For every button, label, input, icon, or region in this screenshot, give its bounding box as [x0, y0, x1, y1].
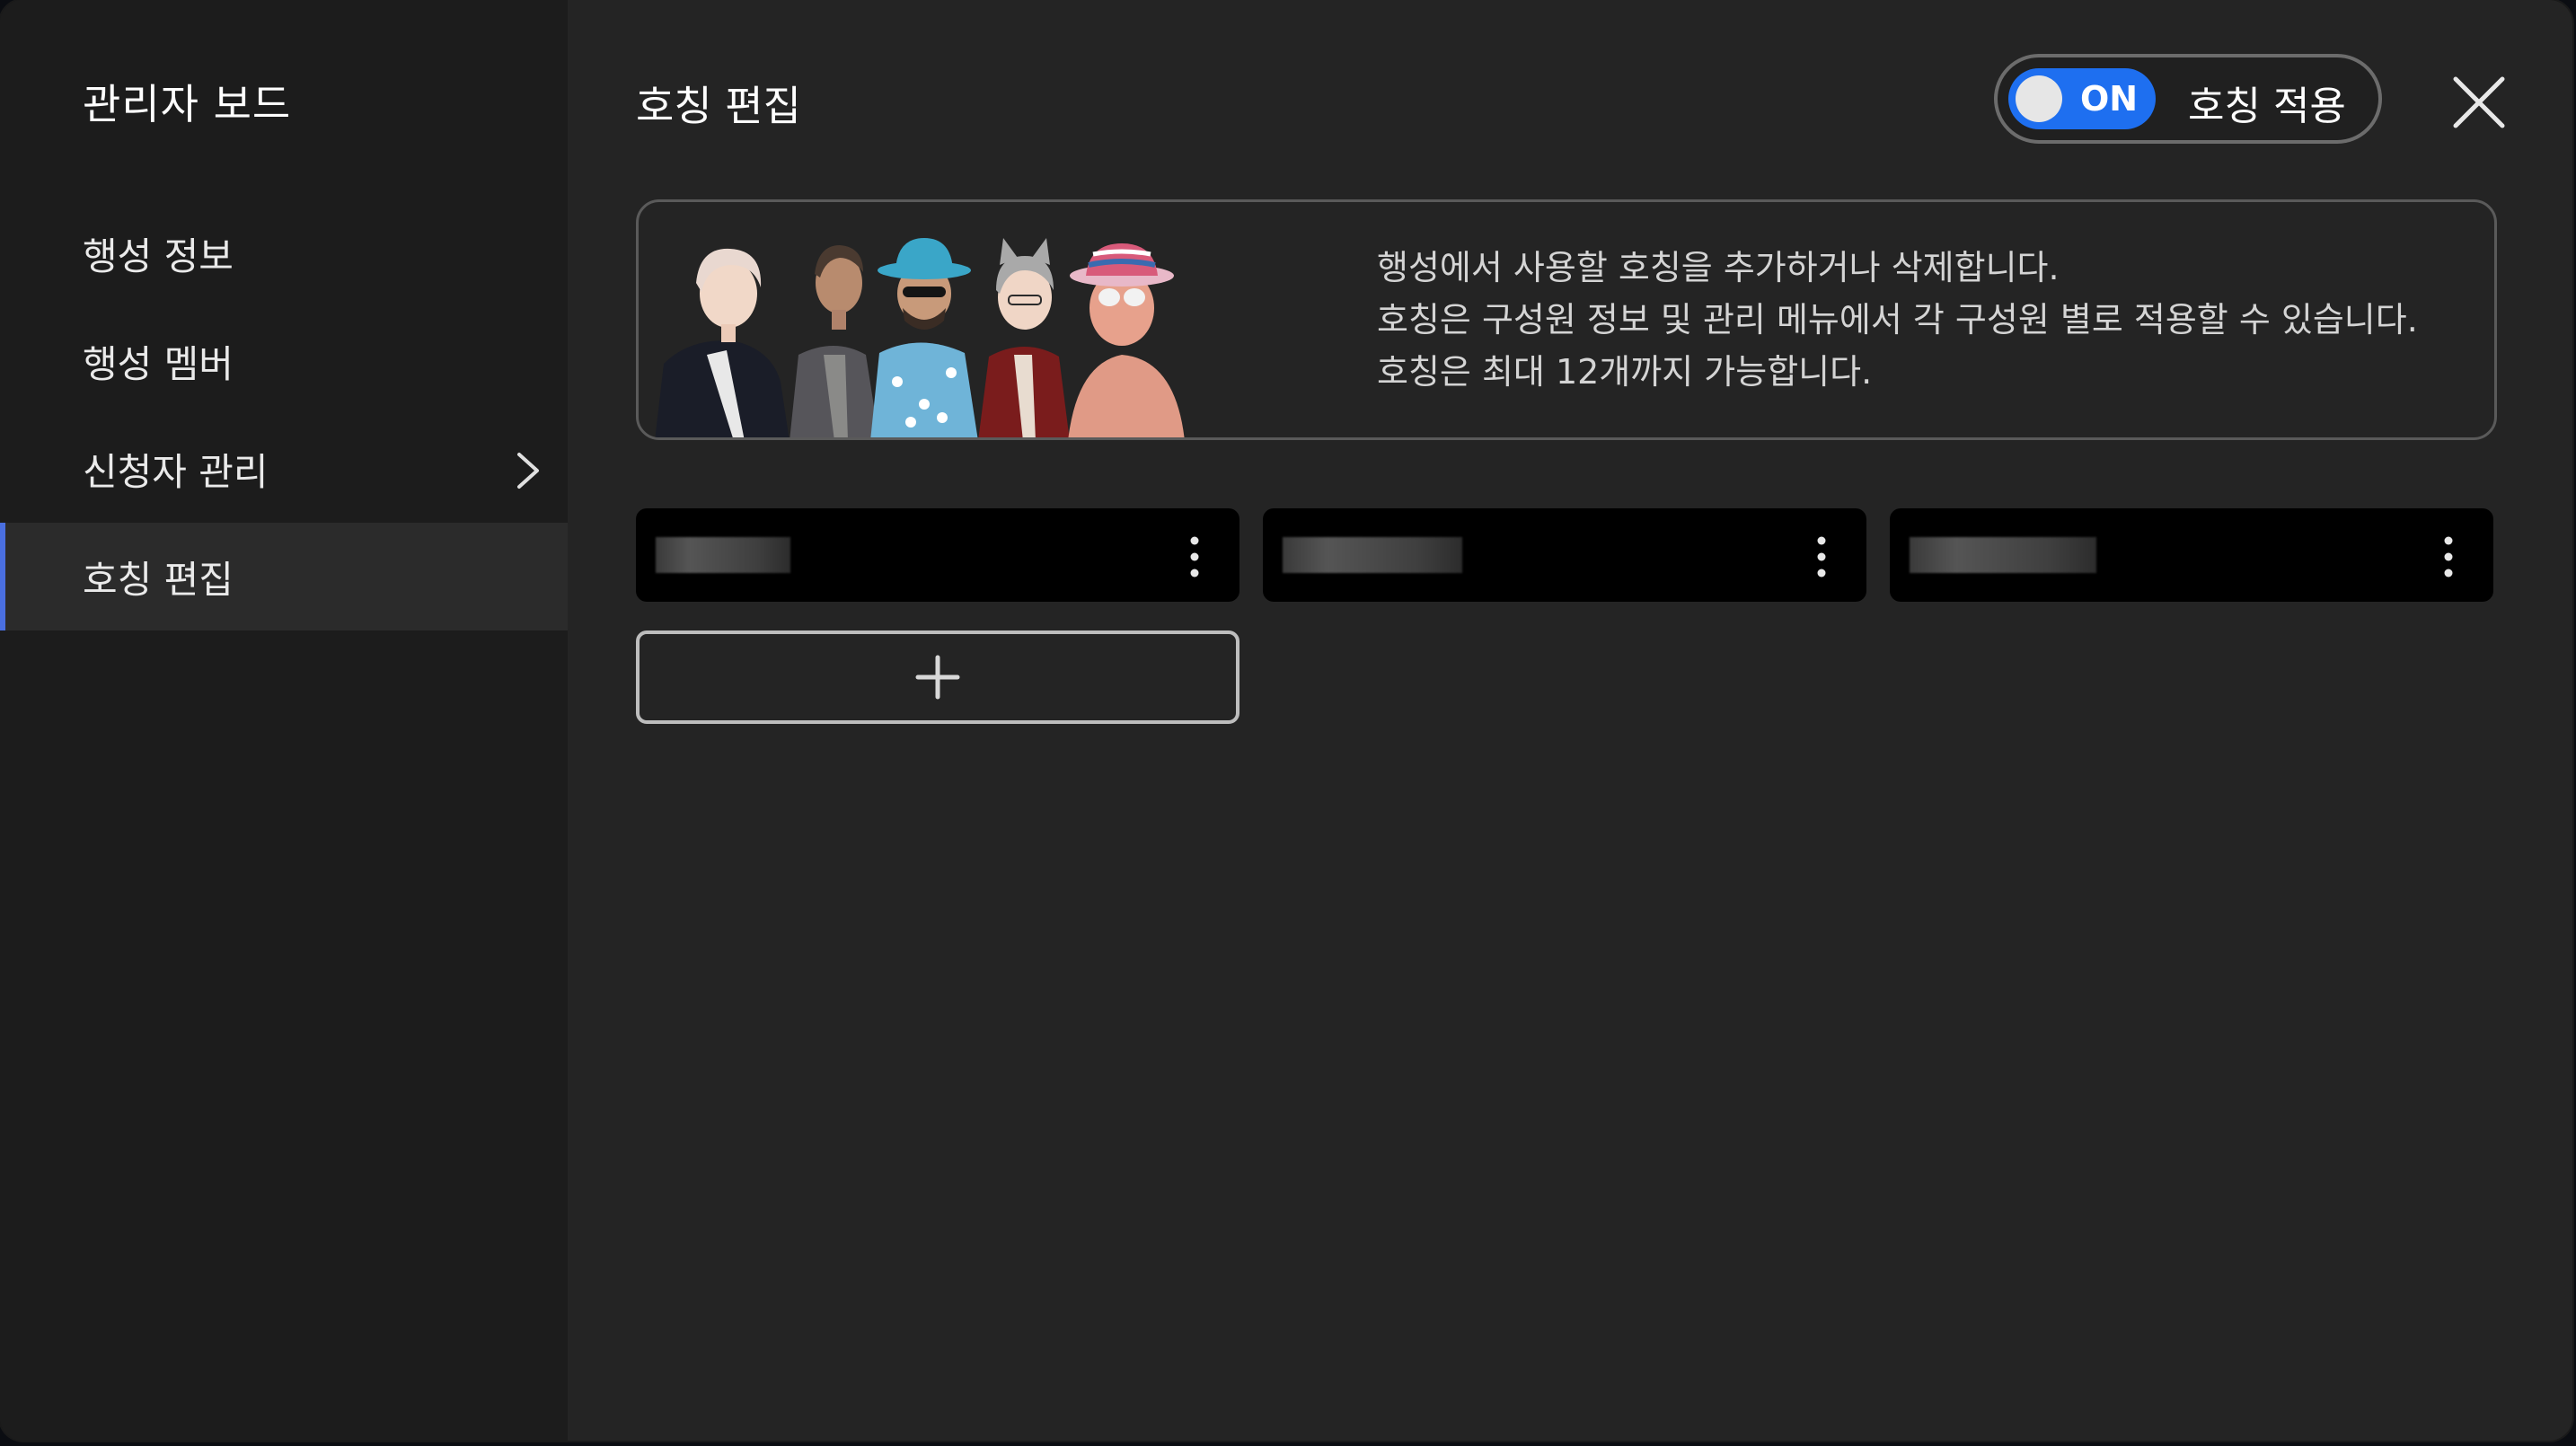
toggle-knob — [2016, 75, 2062, 122]
redacted-title-text — [1910, 537, 2096, 573]
sidebar-item-planet-members[interactable]: 행성 멤버 — [0, 307, 568, 415]
toggle-state-label: ON — [2080, 79, 2139, 119]
avatar-figure — [870, 238, 978, 437]
sidebar: 관리자 보드 행성 정보 행성 멤버 신청자 관리 호칭 편집 — [0, 0, 568, 1441]
more-options-icon[interactable] — [1189, 535, 1200, 578]
chevron-right-icon — [517, 453, 539, 489]
info-banner: 행성에서 사용할 호칭을 추가하거나 삭제합니다. 호칭은 구성원 정보 및 관… — [636, 199, 2497, 440]
sidebar-item-planet-info[interactable]: 행성 정보 — [0, 199, 568, 307]
admin-board-window: 관리자 보드 행성 정보 행성 멤버 신청자 관리 호칭 편집 호칭 편집 ON… — [0, 0, 2572, 1441]
apply-title-toggle[interactable]: ON 호칭 적용 — [1994, 54, 2382, 144]
avatar-figure — [790, 245, 879, 437]
redacted-title-text — [1283, 537, 1462, 573]
title-card[interactable] — [636, 508, 1239, 602]
info-line: 행성에서 사용할 호칭을 추가하거나 삭제합니다. — [1377, 248, 2060, 287]
title-card[interactable] — [1890, 508, 2493, 602]
close-icon[interactable] — [2447, 70, 2511, 135]
sidebar-item-label: 행성 정보 — [83, 234, 234, 278]
more-options-icon[interactable] — [2443, 535, 2454, 578]
sidebar-item-applicant-management[interactable]: 신청자 관리 — [0, 415, 568, 523]
main-panel: 호칭 편집 ON 호칭 적용 행성에서 사용할 호칭을 추가하거나 삭제합니다.… — [568, 0, 2572, 1441]
toggle-switch[interactable]: ON — [2008, 68, 2156, 129]
sidebar-item-label: 호칭 편집 — [83, 557, 234, 602]
info-line: 호칭은 구성원 정보 및 관리 메뉴에서 각 구성원 별로 적용할 수 있습니다… — [1377, 300, 2418, 339]
redacted-title-text — [656, 537, 790, 573]
sidebar-title: 관리자 보드 — [83, 80, 292, 128]
avatar-figure — [1068, 243, 1185, 437]
info-line: 호칭은 최대 12개까지 가능합니다. — [1377, 352, 1873, 392]
avatar-group-illustration — [655, 238, 1185, 437]
title-card[interactable] — [1263, 508, 1866, 602]
plus-icon — [915, 655, 960, 700]
toggle-label: 호칭 적용 — [2188, 84, 2346, 129]
sidebar-item-label: 행성 멤버 — [83, 341, 234, 386]
avatar-figure — [655, 248, 790, 437]
add-title-button[interactable] — [636, 630, 1239, 724]
more-options-icon[interactable] — [1816, 535, 1827, 578]
info-description: 행성에서 사용할 호칭을 추가하거나 삭제합니다. 호칭은 구성원 정보 및 관… — [1377, 242, 2418, 398]
avatar-figure — [978, 238, 1070, 437]
sidebar-item-title-edit[interactable]: 호칭 편집 — [0, 523, 568, 630]
page-title: 호칭 편집 — [636, 82, 801, 130]
sidebar-item-label: 신청자 관리 — [83, 449, 269, 494]
